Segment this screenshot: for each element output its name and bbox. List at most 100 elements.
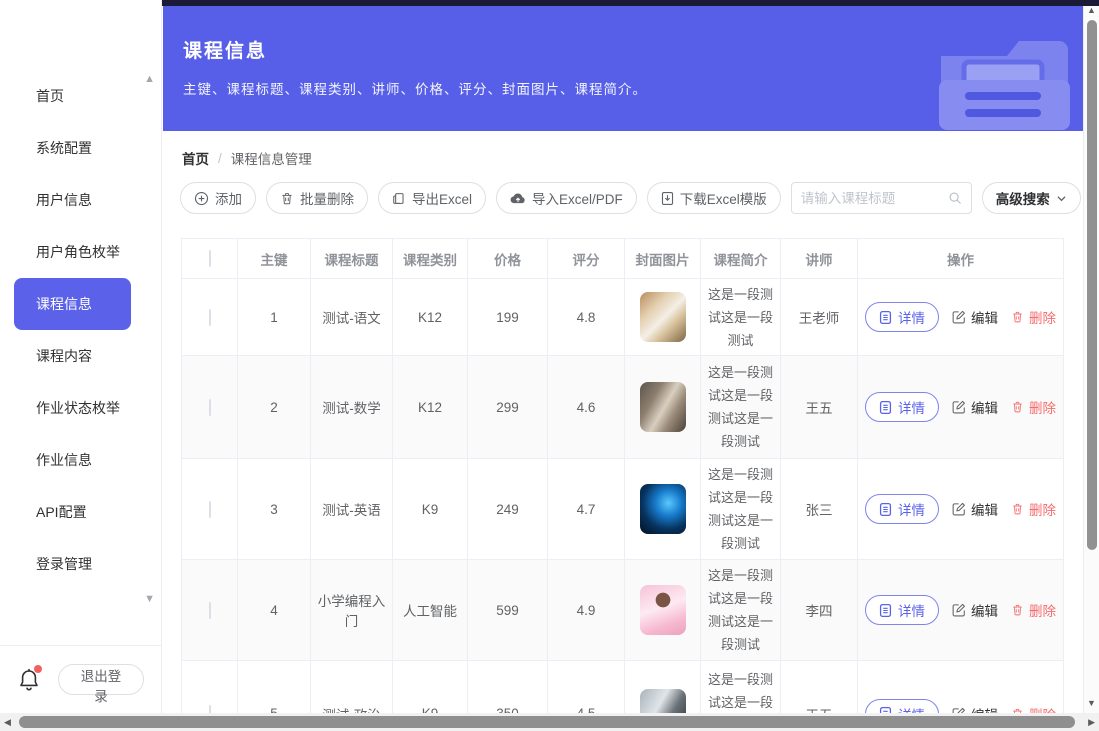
header-actions: 操作 [858,239,1064,279]
detail-button[interactable]: 详情 [865,699,939,714]
sidebar-item[interactable]: 作业状态枚举 [0,382,161,434]
cell-teacher: 王五 [781,356,858,459]
detail-button[interactable]: 详情 [865,595,939,625]
delete-button[interactable]: 删除 [1011,600,1056,620]
select-all-checkbox[interactable] [209,250,211,267]
sidebar-scroll-up-icon[interactable]: ▲ [144,74,155,85]
scrollbar-left-arrow-icon[interactable]: ◀ [4,718,11,727]
cell-teacher: 李四 [781,560,858,661]
folder-illustration-icon [927,24,1070,130]
delete-button[interactable]: 删除 [1011,397,1056,417]
trash-icon [1011,310,1024,324]
row-actions: 详情 编辑 删除 [861,595,1060,625]
scrollbar-up-arrow-icon[interactable]: ▲ [1087,6,1096,15]
sidebar-item[interactable]: 用户角色枚举 [0,226,161,278]
sidebar-item-label: 用户信息 [36,190,92,210]
edit-button[interactable]: 编辑 [952,397,998,417]
header-teacher: 讲师 [781,239,858,279]
scrollbar-down-arrow-icon[interactable]: ▼ [1087,699,1096,708]
trash-icon [1011,502,1024,516]
delete-button[interactable]: 删除 [1011,307,1056,327]
search-input[interactable] [801,191,942,206]
cell-price: 299 [468,356,548,459]
course-table: 主键 课程标题 课程类别 价格 评分 封面图片 课程简介 讲师 操作 1 测试-… [181,238,1064,713]
header-id: 主键 [238,239,311,279]
row-actions: 详情 编辑 删除 [861,699,1060,714]
trash-icon [1011,603,1024,617]
chevron-down-icon [1056,193,1067,204]
table-row: 4 小学编程入门 人工智能 599 4.9 这是一段测试这是一段测试这是一段测试… [182,560,1064,661]
trash-icon [280,191,294,206]
search-icon[interactable] [948,191,962,205]
table-header-row: 主键 课程标题 课程类别 价格 评分 封面图片 课程简介 讲师 操作 [182,239,1064,279]
banner-top-strip [162,0,1099,6]
add-button[interactable]: 添加 [180,182,256,214]
scrollbar-right-arrow-icon[interactable]: ▶ [1088,718,1095,727]
sidebar-menu: 首页 系统配置 用户信息 用户角色枚举 课程信息 课程内容 作业状态枚举 [0,0,161,590]
batch-delete-button[interactable]: 批量删除 [266,182,368,214]
toolbar: 添加 批量删除 导出Excel 导入Excel/PDF 下载Excel模版 高级… [180,182,1065,214]
document-lines-icon [879,400,892,415]
cell-id: 4 [238,560,311,661]
cell-title: 测试-数学 [311,356,393,459]
sidebar-item-label: 课程内容 [36,346,92,366]
cell-rating: 4.8 [548,279,625,356]
import-excel-button[interactable]: 导入Excel/PDF [496,182,637,214]
edit-button[interactable]: 编辑 [952,499,998,519]
sidebar-item[interactable]: 用户信息 [0,174,161,226]
advanced-search-button[interactable]: 高级搜索 [982,182,1081,214]
detail-button[interactable]: 详情 [865,392,939,422]
detail-button[interactable]: 详情 [865,302,939,332]
main-content: 课程信息 主键、课程标题、课程类别、讲师、价格、评分、封面图片、课程简介。 首页… [162,0,1083,713]
header-category: 课程类别 [393,239,468,279]
cell-title: 测试-政治 [311,661,393,714]
row-actions: 详情 编辑 删除 [861,392,1060,422]
sidebar-footer: 退出登录 [0,645,161,713]
cell-teacher: 张三 [781,459,858,560]
trash-icon [1011,400,1024,414]
vertical-scrollbar-thumb[interactable] [1087,20,1097,550]
edit-button[interactable]: 编辑 [952,600,998,620]
edit-pencil-icon [952,400,966,414]
horizontal-scrollbar[interactable]: ◀ ▶ [0,713,1099,731]
edit-button[interactable]: 编辑 [952,307,998,327]
sidebar-scroll-down-icon[interactable]: ▼ [144,594,155,605]
vertical-scrollbar[interactable]: ▲ ▼ [1083,0,1099,713]
sidebar-item[interactable]: 登录管理 [0,538,161,590]
cell-title: 测试-英语 [311,459,393,560]
sidebar-item-label: 作业信息 [36,450,92,470]
row-checkbox[interactable] [209,602,211,619]
cell-id: 5 [238,661,311,714]
export-sheet-icon [392,191,406,206]
cell-intro: 这是一段测试这是一段测试这是一段测试 [701,356,781,459]
cell-price: 599 [468,560,548,661]
file-download-icon [661,191,674,206]
download-template-button[interactable]: 下载Excel模版 [647,182,781,214]
cell-category: K12 [393,279,468,356]
document-lines-icon [879,502,892,517]
row-checkbox[interactable] [209,399,211,416]
table-row: 1 测试-语文 K12 199 4.8 这是一段测试这是一段测试 王老师 详情 … [182,279,1064,356]
detail-button[interactable]: 详情 [865,494,939,524]
edit-button[interactable]: 编辑 [952,704,998,714]
sidebar-item-label: 用户角色枚举 [36,242,120,262]
logout-button[interactable]: 退出登录 [58,664,144,695]
sidebar-item-label: 首页 [36,86,64,106]
notification-bell-icon[interactable] [17,667,41,693]
delete-button[interactable]: 删除 [1011,499,1056,519]
sidebar-item[interactable]: 作业信息 [0,434,161,486]
sidebar-item[interactable]: 课程内容 [0,330,161,382]
horizontal-scrollbar-thumb[interactable] [19,716,1075,728]
cell-rating: 4.5 [548,661,625,714]
row-checkbox[interactable] [209,705,211,713]
row-checkbox[interactable] [209,309,211,326]
sidebar-item[interactable]: 课程信息 [14,278,131,330]
sidebar-item[interactable]: 首页 [0,70,161,122]
export-excel-button[interactable]: 导出Excel [378,182,486,214]
breadcrumb-home[interactable]: 首页 [182,148,209,168]
row-checkbox[interactable] [209,501,211,518]
delete-button[interactable]: 删除 [1011,704,1056,714]
edit-pencil-icon [952,310,966,324]
sidebar-item[interactable]: 系统配置 [0,122,161,174]
sidebar-item[interactable]: API配置 [0,486,161,538]
